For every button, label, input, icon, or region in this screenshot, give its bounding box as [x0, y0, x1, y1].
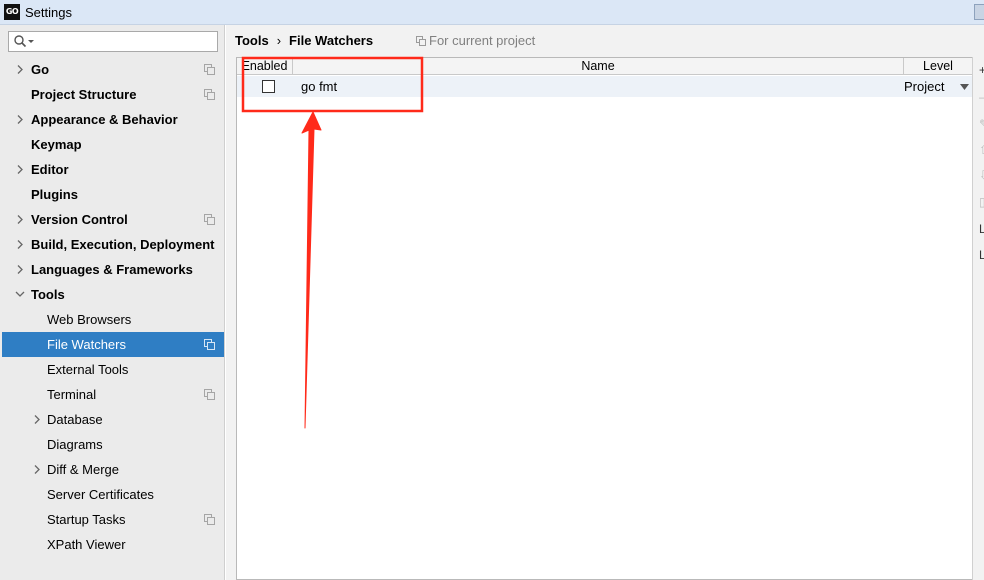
scope-note: For current project: [416, 33, 535, 48]
import-icon[interactable]: L: [979, 222, 984, 236]
sidebar-item-terminal[interactable]: Terminal: [2, 382, 224, 407]
sidebar-item-diff-merge[interactable]: Diff & Merge: [2, 457, 224, 482]
sidebar-item-label: Database: [47, 412, 103, 427]
level-dropdown[interactable]: Project: [904, 79, 944, 94]
sidebar-item-plugins[interactable]: Plugins: [2, 182, 224, 207]
sidebar-item-label: Languages & Frameworks: [31, 262, 193, 277]
sidebar-item-label: Diagrams: [47, 437, 103, 452]
settings-search-input[interactable]: [8, 31, 218, 52]
sidebar-item-external-tools[interactable]: External Tools: [2, 357, 224, 382]
chevron-right-icon[interactable]: [14, 257, 26, 282]
move-up-icon[interactable]: ⇧: [979, 143, 984, 157]
breadcrumb-separator: ›: [276, 33, 282, 48]
sidebar-item-label: XPath Viewer: [47, 537, 126, 552]
watcher-name: go fmt: [301, 79, 338, 94]
sidebar-item-label: Keymap: [31, 137, 82, 152]
breadcrumb: Tools › File Watchers: [235, 33, 373, 48]
project-level-icon: [204, 389, 215, 400]
sidebar-item-label: File Watchers: [47, 337, 126, 352]
sidebar-item-label: Version Control: [31, 212, 128, 227]
sidebar-item-label: Editor: [31, 162, 69, 177]
chevron-right-icon[interactable]: [14, 207, 26, 232]
sidebar-item-xpath-viewer[interactable]: XPath Viewer: [2, 532, 224, 557]
sidebar-item-label: Go: [31, 62, 50, 77]
project-level-icon: [204, 64, 215, 75]
sidebar-item-label: Startup Tasks: [47, 512, 126, 527]
sidebar-item-diagrams[interactable]: Diagrams: [2, 432, 224, 457]
column-header-name[interactable]: Name: [293, 58, 904, 75]
edit-icon[interactable]: ✎: [979, 117, 984, 131]
settings-search-field[interactable]: [36, 33, 214, 50]
sidebar-item-label: Terminal: [47, 387, 97, 402]
sidebar-item-label: Build, Execution, Deployment: [31, 237, 215, 252]
chevron-right-icon[interactable]: [14, 107, 26, 132]
export-icon[interactable]: L: [979, 248, 984, 262]
project-level-icon: [204, 514, 215, 525]
sidebar-item-keymap[interactable]: Keymap: [2, 132, 224, 157]
sidebar-item-server-certificates[interactable]: Server Certificates: [2, 482, 224, 507]
settings-sidebar: Go Project Structure Appearance & Behavior…: [0, 25, 225, 580]
project-level-icon: [204, 89, 215, 100]
project-level-icon: [204, 339, 215, 350]
move-down-icon[interactable]: ⇩: [979, 168, 984, 182]
project-scope-icon: [416, 36, 426, 46]
chevron-right-icon[interactable]: [14, 57, 26, 82]
sidebar-item-appearance-behavior[interactable]: Appearance & Behavior: [2, 107, 224, 132]
sidebar-item-startup-tasks[interactable]: Startup Tasks: [2, 507, 224, 532]
sidebar-item-languages-frameworks[interactable]: Languages & Frameworks: [2, 257, 224, 282]
table-header: Enabled Name Level: [237, 58, 972, 75]
sidebar-item-label: Plugins: [31, 187, 78, 202]
file-watchers-table: Enabled Name Level go fmt Project: [236, 57, 973, 580]
chevron-down-icon[interactable]: [960, 84, 969, 90]
sidebar-item-database[interactable]: Database: [2, 407, 224, 432]
chevron-right-icon[interactable]: [14, 157, 26, 182]
copy-icon[interactable]: ▯: [979, 195, 984, 209]
scope-note-text: For current project: [429, 33, 536, 48]
column-header-level[interactable]: Level: [904, 58, 972, 75]
sidebar-item-label: Appearance & Behavior: [31, 112, 178, 127]
sidebar-item-label: Project Structure: [31, 87, 137, 102]
chevron-right-icon[interactable]: [31, 407, 43, 432]
sidebar-item-build-execution-deployment[interactable]: Build, Execution, Deployment: [2, 232, 224, 257]
goland-app-icon: GO: [4, 4, 20, 20]
sidebar-item-label: Web Browsers: [47, 312, 132, 327]
enabled-checkbox[interactable]: [262, 80, 275, 93]
remove-icon[interactable]: –: [979, 90, 984, 104]
breadcrumb-current: File Watchers: [289, 33, 374, 48]
window-title: Settings: [25, 5, 72, 20]
project-level-icon: [204, 214, 215, 225]
sidebar-item-go[interactable]: Go: [2, 57, 224, 82]
chevron-right-icon[interactable]: [14, 232, 26, 257]
chevron-down-icon[interactable]: [14, 282, 26, 307]
sidebar-item-file-watchers[interactable]: File Watchers: [2, 332, 224, 357]
sidebar-item-project-structure[interactable]: Project Structure: [2, 82, 224, 107]
breadcrumb-parent[interactable]: Tools: [235, 33, 269, 48]
main-panel: Tools › File Watchers For current project …: [226, 25, 984, 580]
chevron-right-icon[interactable]: [31, 457, 43, 482]
sidebar-item-label: Server Certificates: [47, 487, 154, 502]
table-row[interactable]: go fmt Project: [237, 76, 972, 97]
sidebar-item-label: External Tools: [47, 362, 129, 377]
sidebar-item-label: Tools: [31, 287, 65, 302]
search-icon: [14, 35, 34, 48]
sidebar-item-tools[interactable]: Tools: [2, 282, 224, 307]
sidebar-item-label: Diff & Merge: [47, 462, 120, 477]
sidebar-item-editor[interactable]: Editor: [2, 157, 224, 182]
title-bar: GO Settings: [0, 0, 984, 25]
add-icon[interactable]: +: [979, 63, 984, 77]
column-header-enabled[interactable]: Enabled: [237, 58, 293, 75]
sidebar-item-version-control[interactable]: Version Control: [2, 207, 224, 232]
window-control-button[interactable]: [974, 4, 984, 20]
sidebar-item-web-browsers[interactable]: Web Browsers: [2, 307, 224, 332]
table-toolbar: + – ✎ ⇧ ⇩ ▯ L L: [972, 57, 984, 580]
